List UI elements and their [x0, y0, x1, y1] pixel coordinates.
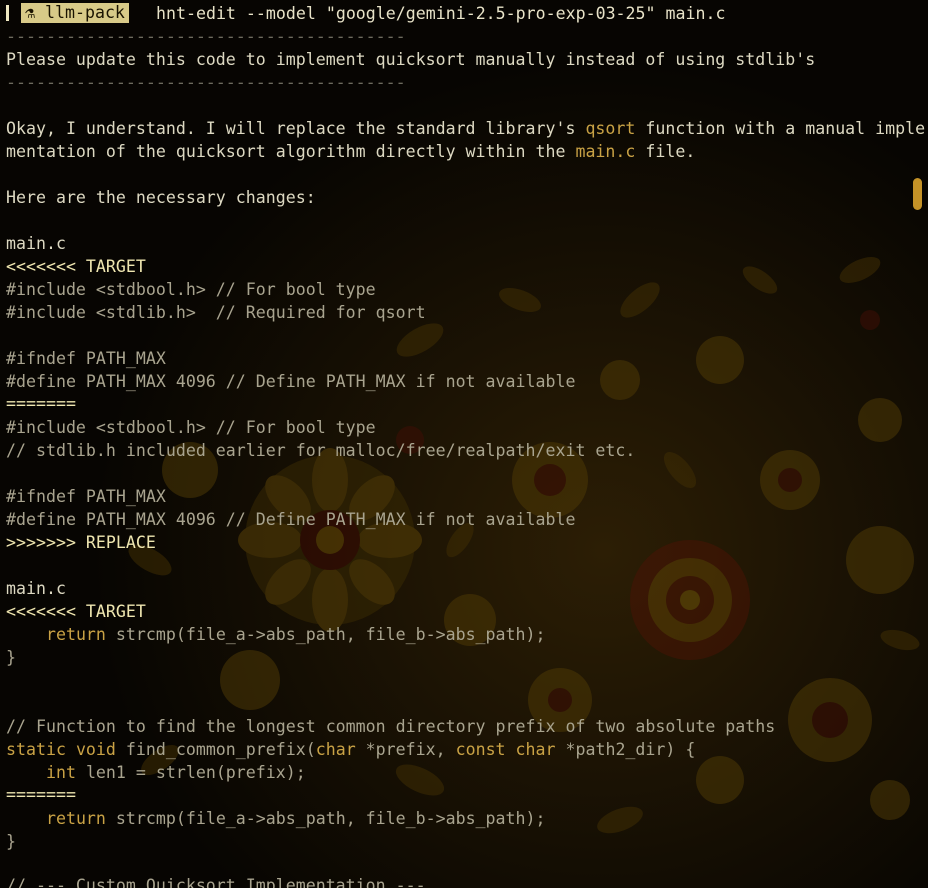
code-line: int len1 = strlen(prefix); [6, 761, 926, 784]
llm-pack-tag: ⚗ llm-pack [21, 3, 129, 23]
block1-target-marker: <<<<<<< TARGET [6, 257, 146, 276]
code-line: } [6, 648, 16, 667]
reply-text: function with a manual imple [635, 119, 926, 138]
block1-replace-marker: >>>>>>> REPLACE [6, 533, 156, 552]
code-line: #include <stdlib.h> // Required for qsor… [6, 303, 426, 322]
code-text: *path2_dir) { [555, 740, 696, 759]
code-line: } [6, 832, 16, 851]
changes-intro: Here are the necessary changes: [6, 188, 316, 207]
reply-line-2: mentation of the quicksort algorithm dir… [6, 140, 926, 163]
block1-divider: ======= [6, 394, 76, 413]
code-line: #ifndef PATH_MAX [6, 487, 166, 506]
code-text: strcmp(file_a->abs_path, file_b->abs_pat… [105, 625, 546, 644]
code-line: static void find_common_prefix(char *pre… [6, 738, 926, 761]
reply-text: Okay, I understand. I will replace the s… [6, 119, 586, 138]
code-line: #define PATH_MAX 4096 // Define PATH_MAX… [6, 372, 576, 391]
keyword-void: void [65, 740, 116, 759]
code-comment: // Function to find the longest common d… [6, 717, 776, 736]
block2-divider: ======= [6, 785, 76, 804]
keyword-return: return [45, 809, 106, 828]
code-line: return strcmp(file_a->abs_path, file_b->… [6, 807, 926, 830]
code-text: strcmp(file_a->abs_path, file_b->abs_pat… [105, 809, 546, 828]
keyword-char: char [505, 740, 556, 759]
code-comment-partial: // --- Custom Quicksort Implementation -… [6, 876, 426, 888]
code-text: *prefix, [355, 740, 456, 759]
user-prompt: Please update this code to implement qui… [6, 50, 816, 69]
code-line: #include <stdbool.h> // For bool type [6, 418, 376, 437]
keyword-int: int [45, 763, 76, 782]
code-line: #define PATH_MAX 4096 // Define PATH_MAX… [6, 510, 576, 529]
separator-top: ---------------------------------------- [6, 27, 406, 46]
code-line: #include <stdbool.h> // For bool type [6, 280, 376, 299]
block2-target-marker: <<<<<<< TARGET [6, 602, 146, 621]
reply-line-1: Okay, I understand. I will replace the s… [6, 117, 926, 140]
reply-text: file. [635, 142, 696, 161]
reply-highlight-filename: main.c [575, 142, 636, 161]
keyword-return: return [45, 625, 106, 644]
code-line: // stdlib.h included earlier for malloc/… [6, 441, 636, 460]
block2-filename: main.c [6, 579, 66, 598]
code-line: #ifndef PATH_MAX [6, 349, 166, 368]
code-text: len1 = strlen(prefix); [75, 763, 306, 782]
flask-icon: ⚗ [25, 3, 35, 22]
tag-label: llm-pack [45, 3, 125, 22]
keyword-const: const [455, 740, 506, 759]
keyword-static: static [6, 740, 66, 759]
reply-text: mentation of the quicksort algorithm dir… [6, 142, 576, 161]
keyword-char: char [315, 740, 356, 759]
scrollbar-thumb[interactable] [913, 178, 922, 210]
command-line: hnt-edit --model "google/gemini-2.5-pro-… [156, 4, 726, 23]
code-text: find_common_prefix( [115, 740, 316, 759]
code-line: return strcmp(file_a->abs_path, file_b->… [6, 623, 926, 646]
prompt-bar [6, 5, 9, 21]
reply-highlight-qsort: qsort [585, 119, 636, 138]
separator-bottom: ---------------------------------------- [6, 73, 406, 92]
block1-filename: main.c [6, 234, 66, 253]
terminal-window[interactable]: ⚗ llm-pack hnt-edit --model "google/gemi… [0, 0, 928, 888]
